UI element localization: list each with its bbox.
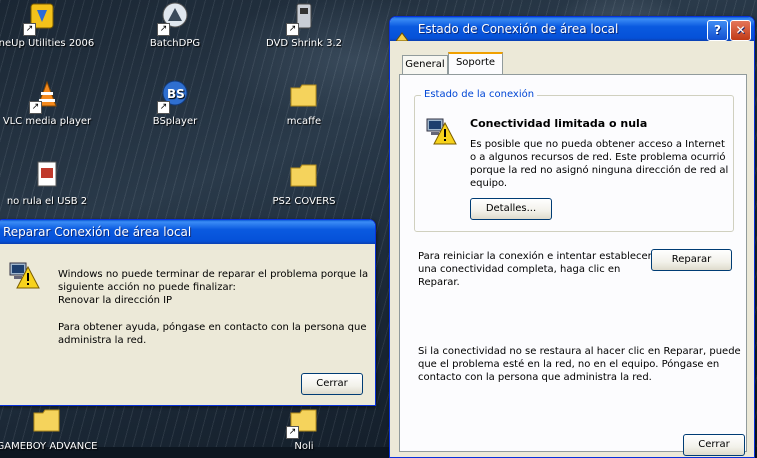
status-dialog-titlebar[interactable]: Estado de Conexión de área local ? ✕ [390, 17, 754, 41]
repair-help-line: administra la red. [58, 335, 147, 346]
desktop-icon-bsplayer[interactable]: BS ↗ BSplayer [120, 80, 230, 127]
file-icon [31, 160, 63, 192]
repair-dialog-titlebar[interactable]: Reparar Conexión de área local [0, 220, 375, 244]
desktop-icon-dvdshrink[interactable]: ↗ DVD Shrink 3.2 [249, 2, 359, 49]
repair-message-line: Renovar la dirección IP [58, 295, 173, 306]
repair-dialog-close-button[interactable]: Cerrar [301, 373, 363, 395]
repair-instructions-line: Reparar. [418, 277, 460, 288]
repair-dialog-body: Windows no puede terminar de reparar el … [0, 245, 372, 402]
folder-icon [288, 160, 320, 192]
shortcut-arrow-icon: ↗ [157, 23, 170, 36]
repair-dialog: Reparar Conexión de área local Windows n… [0, 219, 376, 406]
close-window-button[interactable]: ✕ [730, 20, 751, 41]
shortcut-arrow-icon: ↗ [157, 101, 170, 114]
repair-button[interactable]: Reparar [651, 249, 732, 271]
desktop-icon-noli[interactable]: ↗ Noli [249, 405, 359, 452]
network-connection-icon [395, 25, 409, 41]
footer-note-line: Si la conectividad no se restaura al hac… [418, 346, 741, 357]
connection-status-dialog: Estado de Conexión de área local ? ✕ Gen… [389, 16, 755, 458]
desktop-icon-vlc[interactable]: ↗ VLC media player [0, 80, 102, 127]
desktop-icon-label: BSplayer [152, 116, 198, 127]
repair-message-line: siguiente acción no puede finalizar: [58, 282, 236, 293]
status-dialog-title: Estado de Conexión de área local [417, 22, 619, 36]
footer-note-line: contacto con la persona que administra l… [418, 372, 652, 383]
status-description-line: o a algunos recursos de red. Este proble… [470, 152, 726, 163]
folder-icon [31, 405, 63, 437]
desktop-icon-batchdpg[interactable]: ↗ BatchDPG [120, 2, 230, 49]
desktop-icon-no-rula-usb[interactable]: no rula el USB 2 [0, 160, 102, 207]
tab-general[interactable]: General [402, 55, 448, 75]
svg-text:BS: BS [167, 87, 185, 101]
repair-help-line: Para obtener ayuda, póngase en contacto … [58, 322, 367, 333]
shortcut-arrow-icon: ↗ [286, 426, 299, 439]
shortcut-arrow-icon: ↗ [29, 101, 42, 114]
desktop-icon-gameboy-advance[interactable]: GAMEBOY ADVANCE [0, 405, 102, 452]
desktop-icon-ps2-covers[interactable]: PS2 COVERS [249, 160, 359, 207]
vlc-cone-icon: ↗ [29, 80, 63, 114]
desktop-icon-mcaffe[interactable]: mcaffe [249, 80, 359, 127]
soporte-tab-panel: Estado de la conexión Conectividad limit… [399, 74, 747, 452]
desktop-icon-label: DVD Shrink 3.2 [265, 38, 343, 49]
bsplayer-icon: BS ↗ [157, 80, 191, 114]
desktop-icon-tuneup[interactable]: ↗ TuneUp Utilities 2006 [0, 2, 96, 49]
desktop-icon-label: VLC media player [2, 116, 92, 127]
tuneup-icon: ↗ [23, 2, 57, 36]
help-button[interactable]: ? [707, 20, 728, 41]
desktop-icon-label: BatchDPG [149, 38, 201, 49]
status-description-line: porque la red no asignó ninguna direcció… [470, 165, 729, 176]
desktop-icon-label: TuneUp Utilities 2006 [0, 38, 95, 49]
shortcut-arrow-icon: ↗ [23, 23, 36, 36]
repair-message-line: Windows no puede terminar de reparar el … [58, 269, 369, 280]
status-heading: Conectividad limitada o nula [470, 117, 648, 130]
status-dialog-close-button[interactable]: Cerrar [683, 434, 745, 456]
status-dialog-body: General Soporte Estado de la conexión Co… [393, 42, 751, 456]
network-warning-icon [425, 115, 457, 147]
status-description-line: equipo. [470, 178, 508, 189]
repair-dialog-title: Reparar Conexión de área local [3, 225, 192, 239]
network-warning-icon [8, 259, 40, 291]
details-button[interactable]: Detalles... [470, 198, 552, 220]
batchdpg-icon: ↗ [157, 2, 191, 36]
footer-note-line: que el problema esté en la red, no en el… [418, 359, 720, 370]
repair-instructions-line: Para reiniciar la conexión e intentar es… [418, 251, 652, 262]
folder-icon [288, 80, 320, 112]
folder-icon: ↗ [286, 405, 320, 439]
desktop-icon-label: no rula el USB 2 [6, 196, 88, 207]
shortcut-arrow-icon: ↗ [286, 23, 299, 36]
repair-instructions-line: una conectividad completa, haga clic en [418, 264, 621, 275]
tab-soporte[interactable]: Soporte [448, 52, 503, 75]
status-description-line: Es posible que no pueda obtener acceso a… [470, 139, 725, 150]
connection-status-group-title: Estado de la conexión [421, 89, 538, 101]
desktop-icon-label: PS2 COVERS [272, 196, 336, 207]
dvdshrink-icon: ↗ [286, 2, 320, 36]
desktop-icon-label: mcaffe [286, 116, 322, 127]
